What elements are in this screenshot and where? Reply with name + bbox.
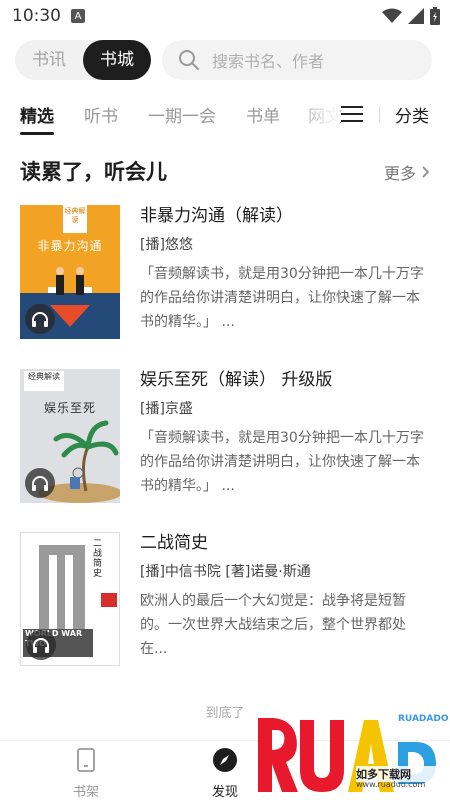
book-author: [播]中信书院 [著]诺曼·斯通 xyxy=(140,564,311,580)
book-item[interactable]: 二战简史 WORLD WAR TWO 二战简史 [播]中信书院 [著]诺曼·斯通… xyxy=(20,532,432,667)
tab-featured[interactable]: 精选 xyxy=(20,102,54,127)
segment-bookstore[interactable]: 书城 xyxy=(83,40,151,80)
more-label: 更多 xyxy=(383,164,416,183)
book-cover[interactable]: 经典解读 非暴力沟通 xyxy=(20,205,120,339)
status-bar: 10:30 A xyxy=(0,0,450,32)
wifi-icon xyxy=(382,8,402,23)
headphone-icon xyxy=(25,304,55,334)
tab-underline xyxy=(20,132,54,135)
watermark-text: RUADADO xyxy=(398,714,449,724)
book-author: [播]悠悠 xyxy=(140,237,193,253)
category-button[interactable]: 分类 xyxy=(395,102,429,127)
book-info: 非暴力沟通（解读） [播]悠悠 「音频解读书，就是用30分钟把一本几十万字的作品… xyxy=(140,205,432,334)
book-title: 娱乐至死（解读） 升级版 xyxy=(140,370,333,390)
book-info: 二战简史 [播]中信书院 [著]诺曼·斯通 欧洲人的最后一个大幻觉是：战争将是短… xyxy=(140,532,432,661)
book-description: 欧洲人的最后一个大幻觉是：战争将是短暂的。一次世界大战结束之后，整个世界都处在.… xyxy=(140,593,406,657)
watermark-logo: RUADADO 如多下载网 www.ruaduo.com xyxy=(248,714,449,794)
headphone-icon xyxy=(25,468,55,498)
segment-news[interactable]: 书讯 xyxy=(15,40,83,80)
more-link[interactable]: 更多 xyxy=(384,160,430,184)
divider xyxy=(379,106,380,122)
bookshelf-icon xyxy=(77,748,95,772)
book-cover[interactable]: 经典解读 娱乐至死 xyxy=(20,369,120,503)
search-placeholder: 搜索书名、作者 xyxy=(212,52,325,71)
segment-switch: 书讯 书城 xyxy=(15,40,151,80)
menu-icon[interactable] xyxy=(341,104,363,124)
tab-audiobooks[interactable]: 听书 xyxy=(84,102,118,127)
notification-a-icon: A xyxy=(71,9,85,23)
nav-bookshelf-label: 书架 xyxy=(72,785,99,800)
book-description: 「音频解读书，就是用30分钟把一本几十万字的作品给你讲清楚讲明白，让你快速了解一… xyxy=(140,266,424,330)
book-author: [播]京盛 xyxy=(140,401,193,417)
nav-bookshelf[interactable]: 书架 xyxy=(46,747,126,800)
tab-encounter[interactable]: 一期一会 xyxy=(148,102,216,127)
book-item[interactable]: 经典解读 非暴力沟通 非暴力沟通（解读） [播]悠悠 「音频解读书，就是用30分… xyxy=(20,205,432,340)
tab-booklists[interactable]: 书单 xyxy=(246,102,280,127)
battery-icon xyxy=(430,7,440,25)
book-item[interactable]: 经典解读 娱乐至死 娱乐至死（解读） 升级版 [播]京盛 「音频解读书，就是用3… xyxy=(20,369,432,504)
section-header: 读累了，听会儿 更多 xyxy=(20,156,430,186)
top-bar: 书讯 书城 搜索书名、作者 xyxy=(15,40,432,80)
book-info: 娱乐至死（解读） 升级版 [播]京盛 「音频解读书，就是用30分钟把一本几十万字… xyxy=(140,369,432,498)
book-description: 「音频解读书，就是用30分钟把一本几十万字的作品给你讲清楚讲明白，让你快速了解一… xyxy=(140,430,424,494)
tabs-fade xyxy=(290,96,340,132)
book-title: 非暴力沟通（解读） xyxy=(140,206,293,226)
signal-icon xyxy=(408,8,424,24)
section-title: 读累了，听会儿 xyxy=(20,160,167,184)
watermark-url: www.ruaduo.com xyxy=(356,780,426,789)
headphone-icon xyxy=(26,630,56,660)
tab-bar: 精选 听书 一期一会 书单 网文 分类 xyxy=(0,96,450,136)
compass-icon xyxy=(213,748,237,772)
book-title: 二战简史 xyxy=(140,533,208,553)
chevron-right-icon xyxy=(422,166,430,178)
book-cover[interactable]: 二战简史 WORLD WAR TWO xyxy=(20,532,120,666)
search-icon xyxy=(179,50,199,70)
status-time: 10:30 xyxy=(12,6,61,26)
search-input[interactable]: 搜索书名、作者 xyxy=(162,40,432,80)
cover-label: 二战简史 xyxy=(93,539,103,579)
status-icons xyxy=(382,7,440,25)
